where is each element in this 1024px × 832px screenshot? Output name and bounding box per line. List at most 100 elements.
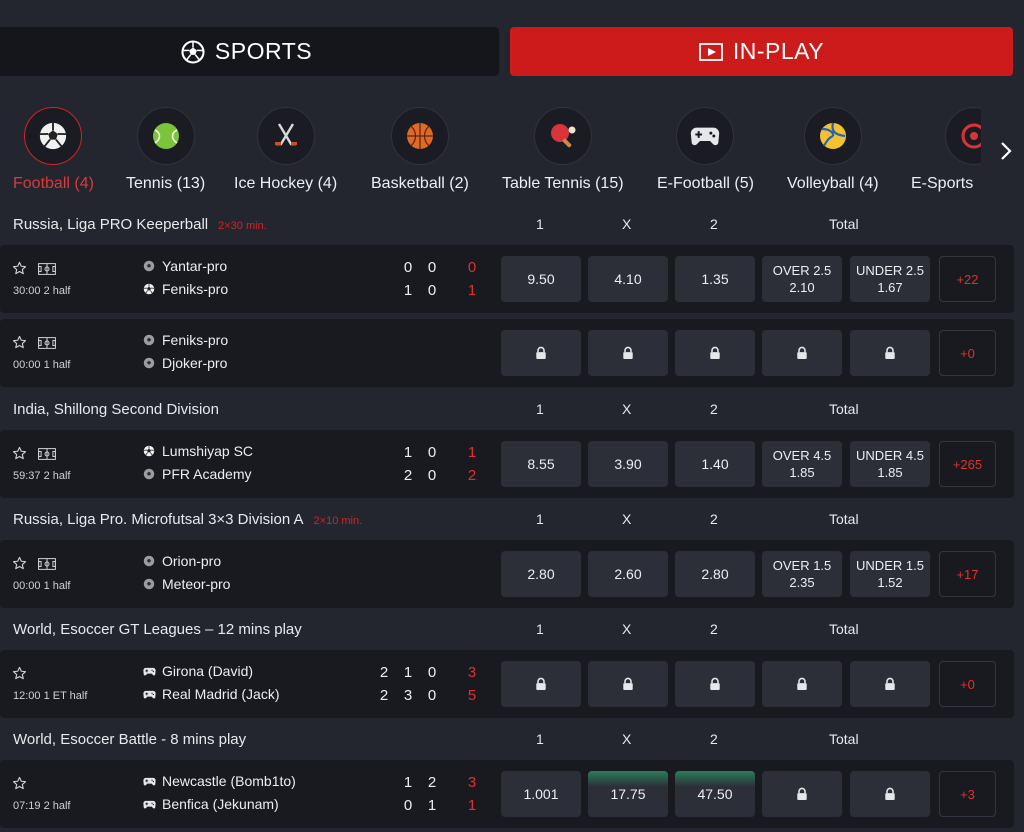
odd-x-button[interactable]: 2.60 <box>588 551 668 597</box>
star-icon[interactable] <box>12 666 27 681</box>
odd-under-button-locked[interactable] <box>850 661 930 707</box>
odd-under-button-locked[interactable] <box>850 771 930 817</box>
score: 2 <box>403 467 413 484</box>
team-1-name: Feniks-pro <box>162 332 229 348</box>
lock-icon <box>709 346 721 360</box>
odd-x-button-locked[interactable] <box>588 330 668 376</box>
more-markets-button[interactable]: +3 <box>939 771 996 817</box>
sport-basketball[interactable]: Basketball (2) <box>371 107 469 193</box>
odd-1-button[interactable]: 8.55 <box>501 441 581 487</box>
odd-1-button-locked[interactable] <box>501 330 581 376</box>
sport-football[interactable]: Football (4) <box>13 107 94 193</box>
team-2: Feniks-pro <box>143 281 228 297</box>
col-x-header: X <box>622 216 632 232</box>
sport-e-football[interactable]: E-Football (5) <box>657 107 754 193</box>
gamepad-icon <box>143 690 157 699</box>
score-total: 1 <box>467 797 477 814</box>
odd-2-button[interactable]: 47.50 <box>675 771 755 817</box>
star-icon[interactable] <box>12 446 27 461</box>
odd-over-button-locked[interactable] <box>762 661 842 707</box>
sport-table-tennis[interactable]: Table Tennis (15) <box>502 107 624 193</box>
col-1-header: 1 <box>536 401 544 417</box>
score: 1 <box>403 444 413 461</box>
star-icon[interactable] <box>12 335 27 350</box>
more-markets-button[interactable]: +17 <box>939 551 996 597</box>
match-time: 59:37 2 half <box>13 470 71 482</box>
lock-icon <box>796 787 808 801</box>
more-markets-button[interactable]: +0 <box>939 330 996 376</box>
odd-under-button[interactable]: UNDER 2.5 1.67 <box>850 256 930 302</box>
team-2-name: Real Madrid (Jack) <box>162 686 280 702</box>
sports-tab[interactable]: SPORTS <box>0 27 499 76</box>
team-1-name: Lumshiyap SC <box>162 443 254 459</box>
odd-1-button[interactable]: 1.001 <box>501 771 581 817</box>
field-icon[interactable] <box>38 558 56 570</box>
match-row[interactable]: 59:37 2 half Lumshiyap SC PFR Academy 1 … <box>0 430 1014 498</box>
odd-over-button[interactable]: OVER 4.5 1.85 <box>762 441 842 487</box>
football-icon <box>143 578 157 590</box>
odd-x-button[interactable]: 4.10 <box>588 256 668 302</box>
odd-value: 17.75 <box>610 785 646 802</box>
match-time: 30:00 2 half <box>13 285 71 297</box>
sport-ice-hockey[interactable]: Ice Hockey (4) <box>234 107 337 193</box>
score-total: 5 <box>467 687 477 704</box>
odd-1-button[interactable]: 2.80 <box>501 551 581 597</box>
match-row[interactable]: 12:00 1 ET half Girona (David) Real Madr… <box>0 650 1014 718</box>
league-name: World, Esoccer GT Leagues – 12 mins play <box>13 620 302 638</box>
col-x-header: X <box>622 731 632 747</box>
odd-2-button[interactable]: 1.40 <box>675 441 755 487</box>
match-row[interactable]: 00:00 1 half Feniks-pro Djoker-pro +0 <box>0 319 1014 387</box>
sports-category-bar: Football (4) Tennis (13) Ice Hockey (4) … <box>0 95 1024 207</box>
odd-under-button[interactable]: UNDER 4.5 1.85 <box>850 441 930 487</box>
star-icon[interactable] <box>12 776 27 791</box>
field-icon[interactable] <box>38 448 56 460</box>
chevron-right-icon[interactable] <box>996 139 1016 163</box>
odd-over-button-locked[interactable] <box>762 330 842 376</box>
match-row[interactable]: 30:00 2 half Yantar-pro Feniks-pro 0 0 0… <box>0 245 1014 313</box>
field-icon[interactable] <box>38 263 56 275</box>
field-icon[interactable] <box>38 337 56 349</box>
star-icon[interactable] <box>12 556 27 571</box>
inplay-tab[interactable]: IN-PLAY <box>510 27 1013 76</box>
league-header: Russia, Liga PRO Keeperball 2×30 min. 1 X… <box>0 209 1024 239</box>
more-markets-button[interactable]: +22 <box>939 256 996 302</box>
league-header: World, Esoccer GT Leagues – 12 mins play… <box>0 614 1024 644</box>
team-2: PFR Academy <box>143 466 251 482</box>
odd-under-button[interactable]: UNDER 1.5 1.52 <box>850 551 930 597</box>
lock-icon <box>535 346 547 360</box>
score: 0 <box>427 259 437 276</box>
col-total-header: Total <box>829 621 859 637</box>
score: 3 <box>403 687 413 704</box>
score: 1 <box>403 664 413 681</box>
sport-label: Table Tennis (15) <box>502 175 624 192</box>
team-1-name: Newcastle (Bomb1to) <box>162 773 296 789</box>
team-1-name: Orion-pro <box>162 553 222 569</box>
sport-volleyball[interactable]: Volleyball (4) <box>787 107 879 193</box>
odd-2-button[interactable]: 2.80 <box>675 551 755 597</box>
odd-2-button-locked[interactable] <box>675 661 755 707</box>
odd-over-button[interactable]: OVER 2.5 2.10 <box>762 256 842 302</box>
odd-x-button[interactable]: 17.75 <box>588 771 668 817</box>
match-row[interactable]: 00:00 1 half Orion-pro Meteor-pro 2.80 2… <box>0 540 1014 608</box>
more-markets-button[interactable]: +265 <box>939 441 996 487</box>
league-duration: 2×10 min. <box>313 514 363 527</box>
odd-over-button-locked[interactable] <box>762 771 842 817</box>
odd-1-button-locked[interactable] <box>501 661 581 707</box>
odd-under-button-locked[interactable] <box>850 330 930 376</box>
odd-x-button[interactable]: 3.90 <box>588 441 668 487</box>
odd-over-button[interactable]: OVER 1.5 2.35 <box>762 551 842 597</box>
under-label: UNDER 2.5 <box>856 263 924 278</box>
score-total: 3 <box>467 664 477 681</box>
odd-2-button-locked[interactable] <box>675 330 755 376</box>
odd-1-button[interactable]: 9.50 <box>501 256 581 302</box>
star-icon[interactable] <box>12 261 27 276</box>
team-2: Djoker-pro <box>143 355 227 371</box>
more-markets-button[interactable]: +0 <box>939 661 996 707</box>
team-2-name: PFR Academy <box>162 466 252 482</box>
sport-tennis[interactable]: Tennis (13) <box>126 107 205 193</box>
match-row[interactable]: 07:19 2 half Newcastle (Bomb1to) Benfica… <box>0 760 1014 828</box>
sport-e-sports[interactable]: E-Sports <box>911 107 981 193</box>
odd-x-button-locked[interactable] <box>588 661 668 707</box>
col-total-header: Total <box>829 731 859 747</box>
odd-2-button[interactable]: 1.35 <box>675 256 755 302</box>
